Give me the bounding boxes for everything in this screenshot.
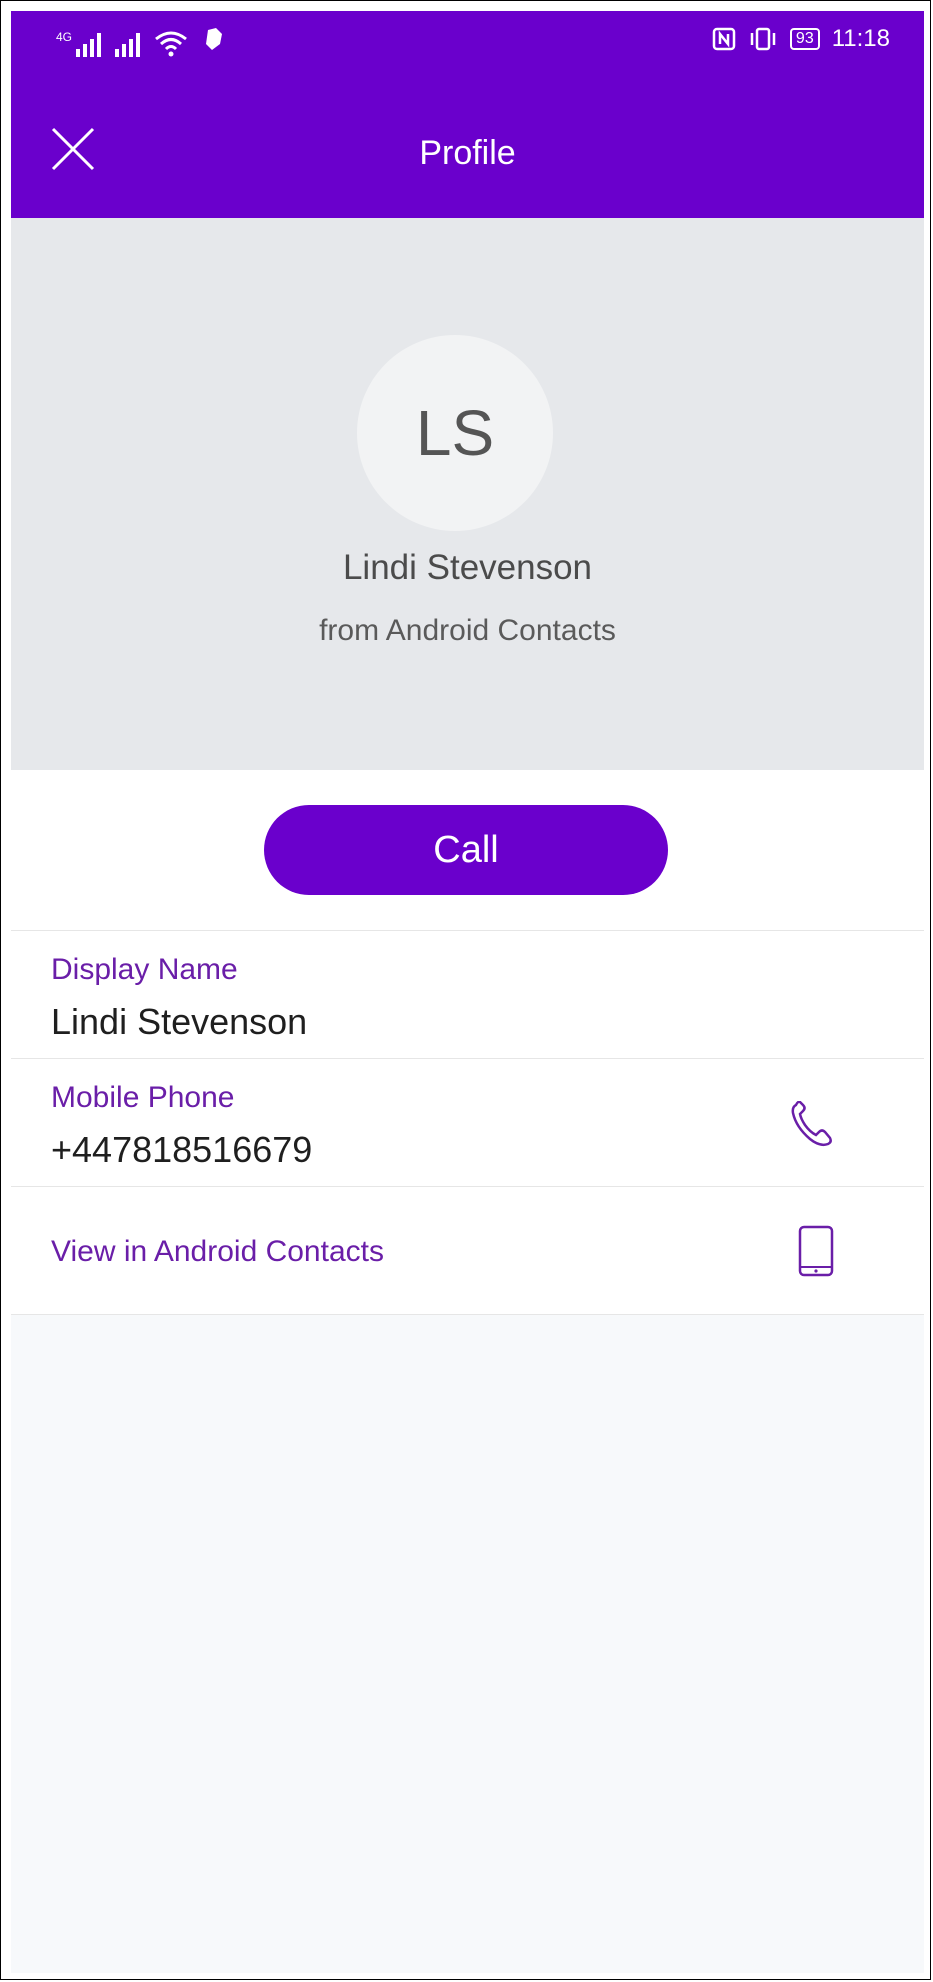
mobile-signal-1: 4G (56, 30, 102, 57)
header: Profile (11, 91, 924, 218)
view-contacts-row[interactable]: View in Android Contacts (11, 1186, 924, 1315)
open-contacts-button[interactable] (798, 1225, 834, 1282)
avatar: LS (357, 335, 553, 531)
network-type-label: 4G (56, 30, 73, 44)
view-in-android-contacts-link[interactable]: View in Android Contacts (51, 1235, 384, 1269)
screenshot-frame: 4G 93 11:18 Profile LS Lindi Stevenson f… (0, 0, 931, 1980)
call-button[interactable]: Call (264, 805, 668, 895)
app-notification-icon (202, 26, 226, 57)
top-app-bar: 4G 93 11:18 Profile (11, 11, 924, 218)
status-left: 4G (56, 26, 226, 57)
display-name-row: Display Name Lindi Stevenson (11, 930, 924, 1059)
contact-name: Lindi Stevenson (342, 548, 593, 587)
display-name-label: Display Name (51, 953, 238, 986)
display-name-value: Lindi Stevenson (51, 1001, 308, 1042)
smartphone-icon (798, 1225, 834, 1277)
nfc-icon (712, 27, 736, 51)
status-bar: 4G 93 11:18 (11, 11, 924, 71)
mobile-phone-label: Mobile Phone (51, 1081, 235, 1114)
signal-bars-icon (76, 33, 102, 57)
phone-call-button[interactable] (790, 1100, 834, 1154)
battery-indicator: 93 (789, 28, 820, 50)
phone-screen: 4G 93 11:18 Profile LS Lindi Stevenson f… (11, 11, 924, 1973)
vibrate-icon (748, 27, 778, 51)
profile-hero: LS Lindi Stevenson from Android Contacts (11, 218, 924, 770)
signal-bars-2-icon (115, 33, 141, 57)
status-time: 11:18 (831, 25, 890, 52)
mobile-phone-value: +447818516679 (51, 1129, 313, 1170)
wifi-icon (154, 29, 188, 57)
contact-source: from Android Contacts (319, 614, 616, 647)
list-bottom-divider (11, 1314, 924, 1315)
phone-icon (791, 1100, 832, 1147)
status-right: 93 11:18 (712, 25, 890, 53)
call-section: Call (11, 770, 924, 930)
mobile-phone-row: Mobile Phone +447818516679 (11, 1058, 924, 1187)
page-title: Profile (419, 134, 516, 172)
